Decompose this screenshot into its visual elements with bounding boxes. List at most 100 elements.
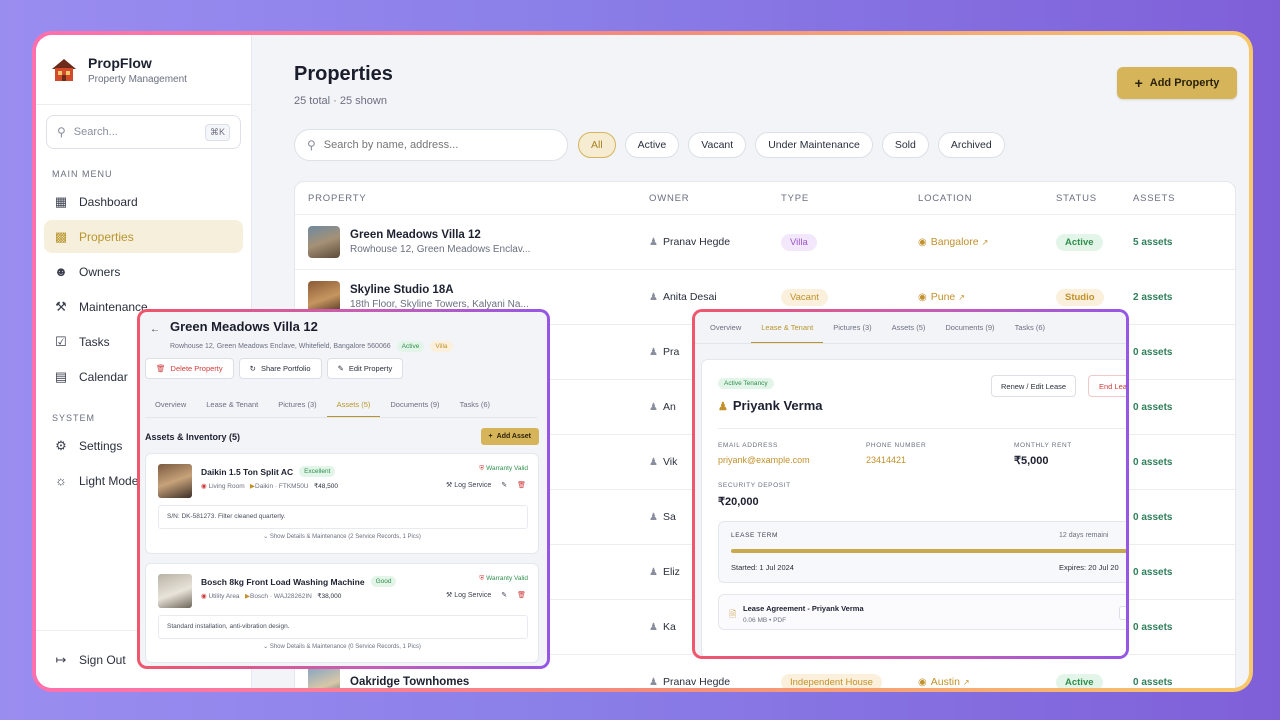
owner-name: Sa bbox=[662, 511, 676, 523]
assets-link[interactable]: 0 assets bbox=[1133, 512, 1172, 523]
assets-link[interactable]: 0 assets bbox=[1133, 347, 1172, 358]
end-lease-button[interactable]: End Lea bbox=[1088, 375, 1126, 397]
sidebar-item-label: Maintenance bbox=[79, 299, 148, 314]
log-service-button[interactable]: ⚒ Log Service bbox=[446, 591, 491, 599]
column-header[interactable]: ASSETS bbox=[1133, 193, 1235, 204]
shield-icon: ⛨ bbox=[479, 575, 485, 582]
tenant-name-line: ♟ Priyank Verma bbox=[718, 398, 823, 413]
filter-under-maintenance[interactable]: Under Maintenance bbox=[755, 132, 873, 158]
shield-icon: ⛨ bbox=[479, 465, 485, 472]
delete-label: Delete Property bbox=[170, 364, 223, 373]
renew-lease-button[interactable]: Renew / Edit Lease bbox=[991, 375, 1077, 397]
phone-label: PHONE NUMBER bbox=[866, 442, 927, 449]
edit-property-button[interactable]: ✎ Edit Property bbox=[326, 358, 404, 379]
sidebar-item-label: Settings bbox=[79, 438, 123, 453]
log-service-button[interactable]: ⚒ Log Service bbox=[446, 481, 491, 489]
lease-term-box: LEASE TERM 12 days remaini Started: 1 Ju… bbox=[718, 521, 1126, 583]
back-arrow-icon[interactable]: ← bbox=[150, 324, 160, 335]
show-details-toggle[interactable]: ⌄ Show Details & Maintenance (0 Service … bbox=[146, 643, 538, 650]
table-row[interactable]: Green Meadows Villa 12 Rowhouse 12, Green… bbox=[295, 215, 1235, 270]
external-link-icon: ↗ bbox=[981, 237, 989, 247]
external-link-icon: ↗ bbox=[962, 677, 970, 687]
pencil-icon[interactable]: ✎ bbox=[501, 481, 507, 489]
status-badge: Active bbox=[1056, 233, 1103, 251]
status-badge: Active bbox=[396, 341, 425, 352]
filter-archived[interactable]: Archived bbox=[937, 132, 1005, 158]
show-details-toggle[interactable]: ⌄ Show Details & Maintenance (2 Service … bbox=[146, 533, 538, 540]
warranty-status: ⛨ Warranty Valid bbox=[479, 465, 528, 473]
sidebar-item-label: Tasks bbox=[79, 334, 110, 349]
days-remaining: 12 days remaini bbox=[1059, 532, 1109, 539]
property-search[interactable]: ⚲ bbox=[294, 129, 568, 161]
column-header[interactable]: PROPERTY bbox=[295, 193, 649, 204]
filter-active[interactable]: Active bbox=[624, 132, 680, 158]
page-subtitle: 25 total · 25 shown bbox=[294, 95, 387, 107]
map-pin-icon: ◉ bbox=[918, 236, 927, 248]
assets-link[interactable]: 0 assets bbox=[1133, 457, 1172, 468]
tab-assets[interactable]: Assets (5) bbox=[882, 312, 936, 343]
page-title: Properties bbox=[294, 63, 393, 85]
tab-overview[interactable]: Overview bbox=[145, 392, 196, 417]
asset-note: S/N: DK-581273. Filter cleaned quarterly… bbox=[158, 505, 528, 529]
trash-icon[interactable]: 🗑 bbox=[517, 481, 526, 489]
email-label: EMAIL ADDRESS bbox=[718, 442, 778, 449]
detail-tabs: Overview Lease & Tenant Pictures (3) Ass… bbox=[145, 392, 537, 418]
detail-actions: 🗑 Delete Property ↻ Share Portfolio ✎ Edit … bbox=[145, 358, 404, 379]
filter-vacant[interactable]: Vacant bbox=[688, 132, 747, 158]
tab-overview[interactable]: Overview bbox=[700, 312, 751, 343]
asset-brand: Bosch · WAJ28262IN bbox=[249, 593, 312, 600]
tab-assets[interactable]: Assets (5) bbox=[326, 392, 381, 417]
filter-chips: All Active Vacant Under Maintenance Sold… bbox=[578, 132, 1005, 158]
location-link[interactable]: Bangalore bbox=[931, 236, 979, 248]
sidebar-item-owners[interactable]: ☻ Owners bbox=[44, 255, 243, 288]
tab-documents[interactable]: Documents (9) bbox=[380, 392, 449, 417]
asset-name: Daikin 1.5 Ton Split AC bbox=[201, 466, 294, 477]
add-property-button[interactable]: + Add Property bbox=[1117, 67, 1237, 99]
log-service-label: Log Service bbox=[454, 592, 492, 599]
assets-link[interactable]: 0 assets bbox=[1133, 567, 1172, 578]
grid-icon: ▦ bbox=[54, 193, 68, 209]
tab-tasks[interactable]: Tasks (6) bbox=[1005, 312, 1055, 343]
property-thumbnail bbox=[308, 666, 340, 688]
document-icon: 🗎 bbox=[729, 609, 737, 619]
sidebar-search[interactable]: ⚲ Search... ⌘K bbox=[46, 115, 241, 149]
phone-link[interactable]: 23414421 bbox=[866, 455, 906, 465]
tab-pictures[interactable]: Pictures (3) bbox=[823, 312, 881, 343]
document-action-button[interactable] bbox=[1119, 606, 1126, 620]
column-header[interactable]: TYPE bbox=[781, 193, 918, 204]
sidebar-item-properties[interactable]: ▩ Properties bbox=[44, 220, 243, 253]
assets-link[interactable]: 5 assets bbox=[1133, 237, 1172, 248]
document-meta: 0.06 MB • PDF bbox=[743, 617, 787, 624]
filter-all[interactable]: All bbox=[578, 132, 616, 158]
property-assets-panel: ← Green Meadows Villa 12 Rowhouse 12, Gr… bbox=[137, 309, 550, 669]
tab-lease-tenant[interactable]: Lease & Tenant bbox=[751, 312, 824, 343]
tab-tasks[interactable]: Tasks (6) bbox=[450, 392, 500, 417]
brand-subtitle: Property Management bbox=[88, 73, 187, 85]
tab-pictures[interactable]: Pictures (3) bbox=[268, 392, 326, 417]
delete-property-button[interactable]: 🗑 Delete Property bbox=[145, 358, 234, 379]
property-search-input[interactable] bbox=[323, 139, 524, 151]
column-header[interactable]: LOCATION bbox=[918, 193, 1056, 204]
add-asset-button[interactable]: + Add Asset bbox=[480, 428, 539, 445]
search-icon: ⚲ bbox=[57, 125, 66, 139]
share-portfolio-button[interactable]: ↻ Share Portfolio bbox=[238, 358, 322, 379]
assets-link[interactable]: 0 assets bbox=[1133, 677, 1172, 688]
tab-lease-tenant[interactable]: Lease & Tenant bbox=[196, 392, 268, 417]
sidebar-item-label: Properties bbox=[79, 229, 134, 244]
assets-link[interactable]: 2 assets bbox=[1133, 292, 1172, 303]
column-header[interactable]: OWNER bbox=[649, 193, 781, 204]
trash-icon[interactable]: 🗑 bbox=[517, 591, 526, 599]
divider bbox=[718, 428, 1126, 429]
owner-name: Ka bbox=[662, 621, 676, 633]
filter-sold[interactable]: Sold bbox=[881, 132, 929, 158]
pencil-icon[interactable]: ✎ bbox=[501, 591, 507, 599]
email-link[interactable]: priyank@example.com bbox=[718, 455, 810, 465]
sidebar-item-dashboard[interactable]: ▦ Dashboard bbox=[44, 185, 243, 218]
column-header[interactable]: STATUS bbox=[1056, 193, 1133, 204]
location-link[interactable]: Pune bbox=[931, 291, 956, 303]
tab-documents[interactable]: Documents (9) bbox=[935, 312, 1004, 343]
location-link[interactable]: Austin bbox=[931, 676, 960, 688]
lease-document[interactable]: 🗎 Lease Agreement - Priyank Verma 0.06 M… bbox=[718, 594, 1126, 630]
assets-link[interactable]: 0 assets bbox=[1133, 402, 1172, 413]
assets-link[interactable]: 0 assets bbox=[1133, 622, 1172, 633]
